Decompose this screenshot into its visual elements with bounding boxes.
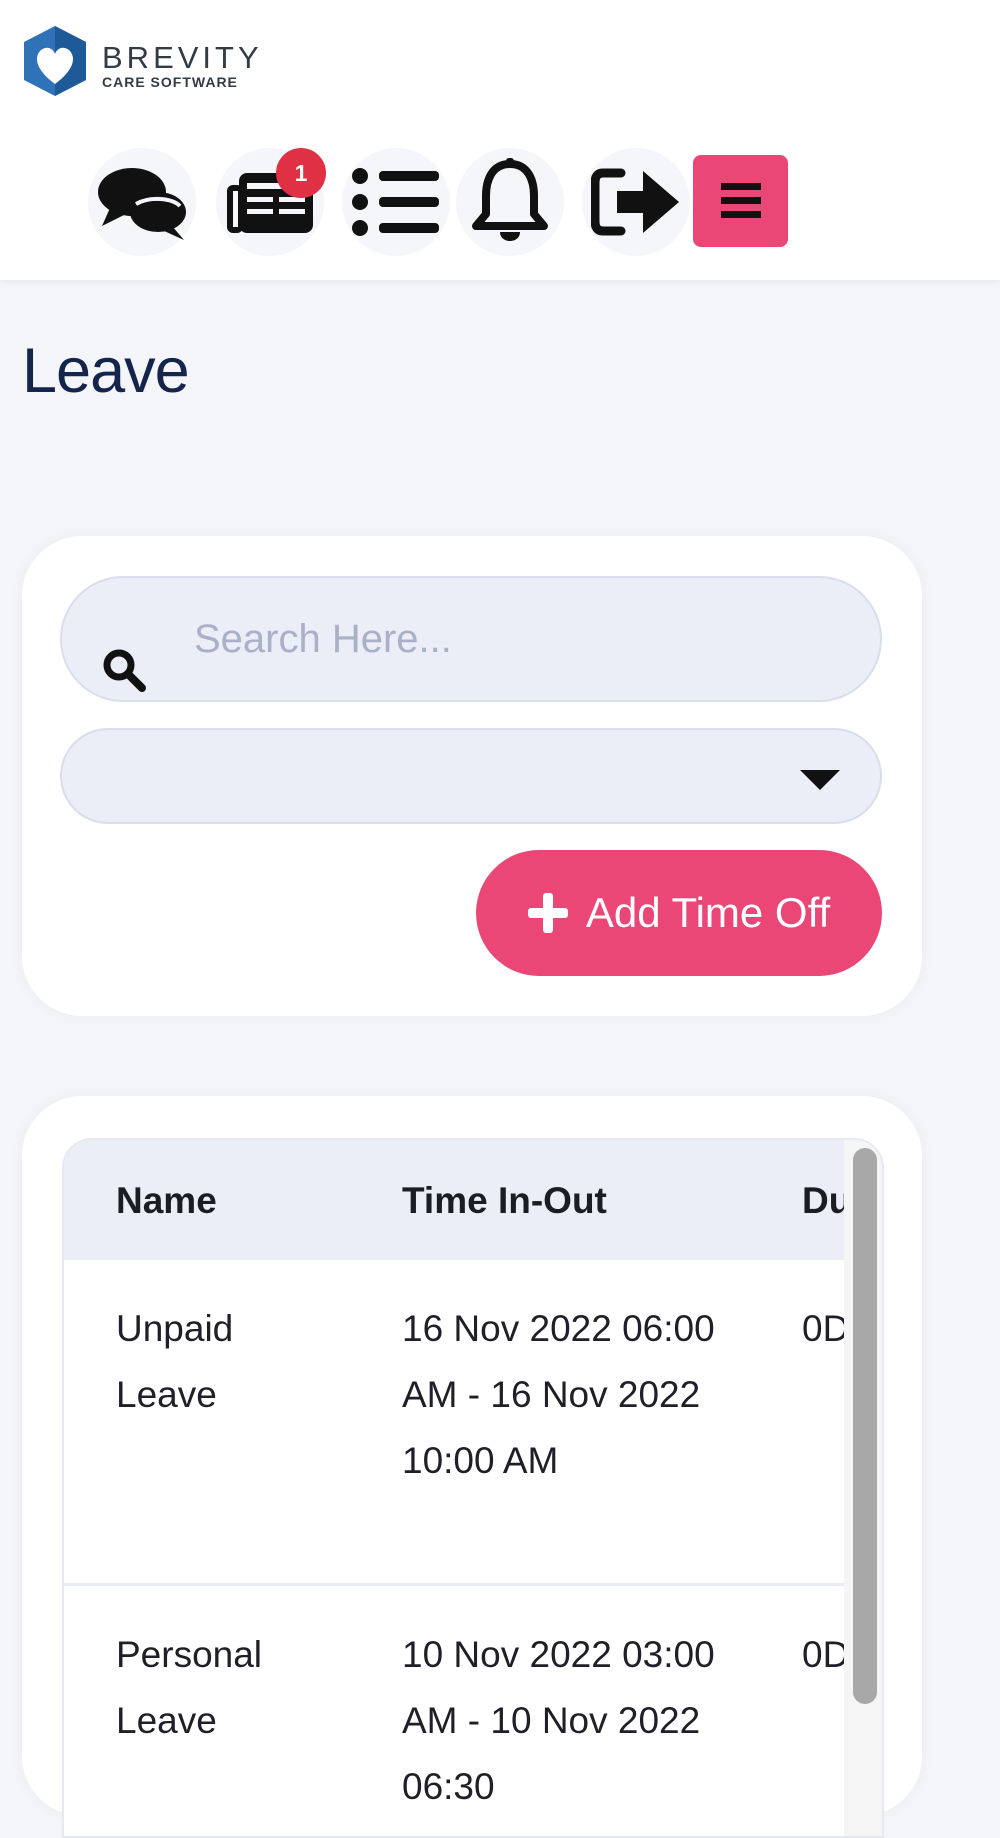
column-header-name[interactable]: Name — [116, 1180, 217, 1222]
top-header: BREVITY CARE SOFTWARE 1 — [0, 0, 1000, 280]
caret-down-icon — [800, 770, 840, 790]
leave-time: 10 Nov 2022 03:00 AM - 10 Nov 2022 06:30 — [402, 1634, 715, 1807]
list-icon — [352, 168, 439, 236]
hamburger-icon — [720, 183, 761, 218]
notification-badge: 1 — [276, 148, 326, 198]
search-box[interactable] — [60, 576, 882, 702]
news-button[interactable]: 1 — [216, 148, 326, 256]
scrollbar-thumb[interactable] — [853, 1148, 877, 1704]
table-row[interactable]: Personal Leave 10 Nov 2022 03:00 AM - 10… — [64, 1586, 844, 1836]
leave-duration: 0D — [802, 1308, 844, 1349]
logo-mark-icon — [24, 26, 86, 96]
logo-title: BREVITY — [102, 40, 263, 75]
column-header-time[interactable]: Time In-Out — [402, 1180, 607, 1222]
brevity-logo[interactable]: BREVITY CARE SOFTWARE — [22, 24, 259, 100]
chat-button[interactable] — [88, 148, 196, 256]
search-icon — [103, 649, 146, 692]
bell-icon — [472, 158, 548, 241]
add-time-off-label: Add Time Off — [585, 889, 831, 936]
leave-name: Personal Leave — [116, 1634, 263, 1741]
sign-out-icon — [591, 168, 679, 236]
plus-icon — [527, 893, 568, 933]
search-input[interactable] — [194, 578, 844, 700]
column-header-duration[interactable]: Du — [802, 1180, 844, 1222]
leave-type-select[interactable] — [60, 728, 882, 824]
logout-button[interactable] — [582, 148, 690, 256]
table-scrollbar[interactable] — [844, 1140, 882, 1836]
leave-duration: 0D — [802, 1634, 844, 1675]
logo-subtitle: CARE SOFTWARE — [102, 74, 238, 90]
leave-time: 16 Nov 2022 06:00 AM - 16 Nov 2022 10:00… — [402, 1308, 715, 1481]
chat-icon — [98, 168, 186, 240]
leave-table-card: Name Time In-Out Du Unpaid Leave 16 Nov … — [22, 1096, 922, 1838]
table-row[interactable]: Unpaid Leave 16 Nov 2022 06:00 AM - 16 N… — [64, 1260, 844, 1586]
table-header: Name Time In-Out Du — [64, 1140, 844, 1260]
add-time-off-button[interactable]: Add Time Off — [476, 850, 882, 976]
leave-table: Name Time In-Out Du Unpaid Leave 16 Nov … — [62, 1138, 884, 1838]
filter-card: Add Time Off — [22, 536, 922, 1016]
page-title: Leave — [22, 336, 190, 406]
leave-name: Unpaid Leave — [116, 1308, 234, 1415]
list-button[interactable] — [342, 148, 450, 256]
notifications-button[interactable] — [456, 148, 564, 256]
menu-button[interactable] — [693, 155, 788, 247]
